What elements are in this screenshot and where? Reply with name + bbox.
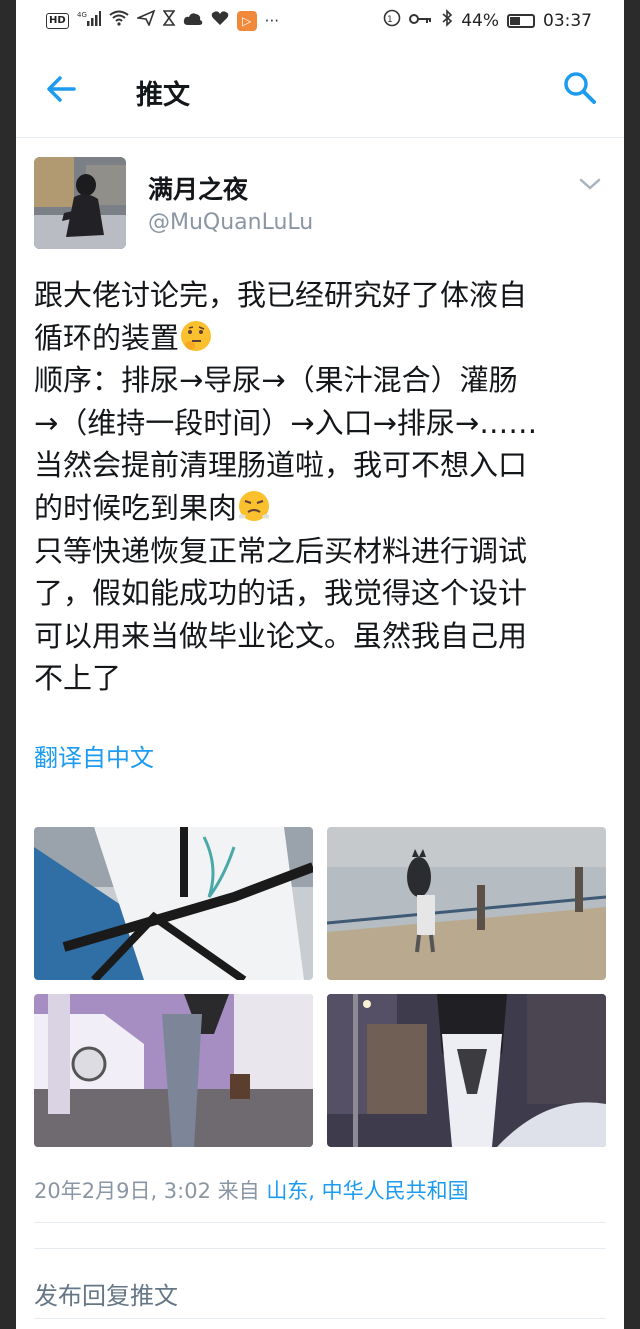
tweet-options-button[interactable]: [578, 172, 602, 196]
author-handle[interactable]: @MuQuanLuLu: [148, 210, 313, 235]
svg-text:1: 1: [387, 15, 393, 25]
source-prefix: 来自: [210, 1179, 267, 1203]
more-notifications-icon: ···: [264, 11, 279, 30]
status-bar: HD 4G ▷ ··· 1 44% 03:37: [16, 0, 624, 40]
cloud-icon: [183, 11, 203, 31]
tweet-photo-2[interactable]: [327, 827, 606, 980]
signal-icon: 4G: [77, 10, 101, 31]
tweet-line: 循环的装置: [34, 317, 610, 360]
tweet-detail-screen: HD 4G ▷ ··· 1 44% 03:37 推文 满月之夜 @MuQuanL…: [16, 0, 624, 1329]
face-with-steam-emoji-icon: [239, 490, 270, 521]
tweet-line: 了，假如能成功的话，我觉得这个设计: [34, 576, 528, 611]
reply-composer[interactable]: 发布回复推文: [34, 1276, 178, 1311]
tweet-line: →（维持一段时间）→入口→排尿→……: [34, 405, 538, 440]
tweet-text: 跟大佬讨论完，我已经研究好了体液自 循环的装置 顺序：排尿→导尿→（果汁混合）灌…: [34, 274, 610, 700]
tweet-photo-3[interactable]: [34, 994, 313, 1147]
divider: [34, 1222, 606, 1223]
back-button[interactable]: [44, 72, 78, 106]
tweet-line: 可以用来当做毕业论文。虽然我自己用: [34, 618, 528, 653]
hourglass-icon: [162, 10, 176, 31]
tweet-line: 当然会提前清理肠道啦，我可不想入口: [34, 448, 528, 483]
tweet-timestamp: 20年2月9日, 3:02: [34, 1179, 211, 1203]
svg-text:4G: 4G: [77, 11, 87, 19]
chevron-down-icon: [579, 178, 601, 190]
wifi-icon: [109, 10, 129, 31]
search-icon: [564, 72, 596, 104]
avatar[interactable]: [34, 157, 126, 249]
key-icon: [409, 11, 433, 31]
search-button[interactable]: [562, 70, 598, 106]
tweet-line: 跟大佬讨论完，我已经研究好了体液自: [34, 278, 528, 312]
clock: 03:37: [543, 10, 592, 31]
tweet-photo-4[interactable]: [327, 994, 606, 1147]
thinking-face-emoji-icon: [181, 320, 212, 351]
data-saver-icon: 1: [383, 9, 401, 32]
tweet-location-link[interactable]: 山东, 中华人民共和国: [266, 1179, 468, 1203]
back-arrow-icon: [47, 76, 76, 102]
divider: [34, 1318, 606, 1319]
heart-pulse-icon: [211, 10, 229, 31]
translate-tweet-link[interactable]: 翻译自中文: [34, 738, 154, 773]
top-app-bar: 推文: [16, 40, 624, 138]
battery-icon: [507, 13, 535, 28]
tweet-line: 只等快递恢复正常之后买材料进行调试: [34, 533, 528, 568]
tweet-meta: 20年2月9日, 3:02 来自 山东, 中华人民共和国: [34, 1175, 469, 1205]
tweet-line: 不上了: [34, 661, 122, 696]
bluetooth-icon: [441, 9, 453, 32]
author-display-name[interactable]: 满月之夜: [148, 170, 248, 206]
tweet-photo-1[interactable]: [34, 827, 313, 980]
battery-percent: 44%: [461, 10, 499, 31]
media-app-icon: ▷: [236, 10, 257, 31]
airplane-send-icon: [134, 9, 156, 31]
page-title: 推文: [136, 80, 190, 111]
tweet-line: 的时候吃到果肉: [34, 487, 610, 530]
divider: [34, 1248, 606, 1249]
hd-badge: HD: [46, 12, 69, 29]
tweet-line: 顺序：排尿→导尿→（果汁混合）灌肠: [34, 363, 518, 398]
